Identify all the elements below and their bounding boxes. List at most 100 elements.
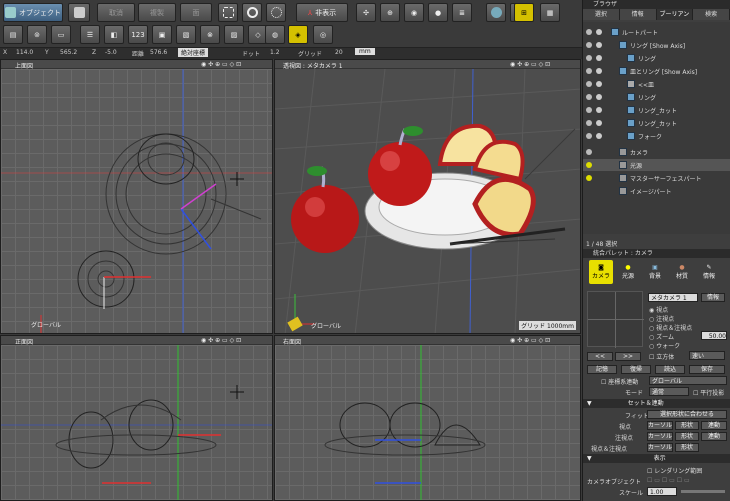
radio-zoom[interactable]: ○ ズーム bbox=[649, 332, 674, 341]
quad-view-button[interactable]: ⊞ bbox=[514, 3, 534, 22]
camera-category[interactable]: ◙ カメラ bbox=[589, 260, 613, 284]
load-button[interactable]: 読込 bbox=[655, 365, 685, 374]
set-section-header[interactable]: ▼ セット＆連動 bbox=[583, 399, 730, 408]
next-button[interactable]: >> bbox=[615, 352, 641, 361]
sphere-grid-button[interactable]: ◍ bbox=[265, 25, 285, 44]
rotate-button[interactable] bbox=[242, 3, 262, 22]
viewpoint-shape-button[interactable]: 形状 bbox=[675, 421, 699, 430]
render-range-checkbox[interactable]: ☐ レンダリング範囲 bbox=[647, 466, 702, 475]
both-shape-button[interactable]: 形状 bbox=[675, 443, 699, 452]
render-button[interactable] bbox=[486, 3, 506, 22]
tree-item[interactable]: ルートパート bbox=[583, 26, 730, 38]
right-view-viewport[interactable]: 右面図 ◉ ✣ ⊕ ▭ ◇ ⊡ bbox=[274, 335, 581, 501]
object-mode-button[interactable]: オブジェクト bbox=[3, 3, 63, 22]
viewpoint-link-button[interactable]: 連動 bbox=[701, 421, 727, 430]
background-category[interactable]: ▣ 背景 bbox=[643, 260, 667, 284]
repeat-button[interactable]: 複製 bbox=[138, 3, 176, 22]
restore-button[interactable]: 復帰 bbox=[621, 365, 651, 374]
grid-view-button[interactable]: ▦ bbox=[540, 3, 560, 22]
camera-info-button[interactable]: 情報 bbox=[701, 293, 725, 302]
layers-button[interactable]: ≣ bbox=[452, 3, 472, 22]
camera-icon-button[interactable] bbox=[68, 3, 90, 22]
tree-item-selected[interactable]: 光源 bbox=[583, 159, 730, 171]
viewport-header: 正面図 ◉ ✣ ⊕ ▭ ◇ ⊡ bbox=[1, 336, 272, 346]
box-button[interactable]: ▨ bbox=[224, 25, 244, 44]
tree-item[interactable]: 皿とリング [Show Axis] bbox=[583, 65, 730, 77]
viewport-controls-icon[interactable]: ◉ ✣ ⊕ ▭ ◇ ⊡ bbox=[510, 61, 550, 68]
surface-button[interactable]: ◈ bbox=[288, 25, 308, 44]
scale-field[interactable]: 1.00 bbox=[647, 487, 677, 496]
viewport-controls-icon[interactable]: ◉ ✣ ⊕ ▭ ◇ ⊡ bbox=[201, 61, 241, 68]
material-category[interactable]: ● 材質 bbox=[670, 260, 694, 284]
radio-both[interactable]: ○ 視点＆注視点 bbox=[649, 323, 692, 332]
display-section-header[interactable]: ▼ 表示 bbox=[583, 454, 730, 463]
target-link-button[interactable]: 連動 bbox=[701, 432, 727, 441]
sphere-button[interactable]: ● bbox=[428, 3, 448, 22]
info-category[interactable]: ✎ 情報 bbox=[697, 260, 721, 284]
tab-search[interactable]: 検索 bbox=[693, 9, 730, 20]
number-button[interactable]: 123 bbox=[128, 25, 148, 44]
select-rect-button[interactable] bbox=[218, 3, 238, 22]
viewpoint-cursor-button[interactable]: カーソル bbox=[647, 421, 673, 430]
tree-item[interactable]: リング_カット bbox=[583, 104, 730, 116]
shape-button[interactable]: ◧ bbox=[104, 25, 124, 44]
speed-select[interactable]: 速い bbox=[689, 351, 725, 360]
store-button[interactable]: 記憶 bbox=[587, 365, 617, 374]
image-button[interactable]: ▭ bbox=[51, 25, 71, 44]
radio-target[interactable]: ○ 注視点 bbox=[649, 314, 674, 323]
tree-item[interactable]: リング [Show Axis] bbox=[583, 39, 730, 51]
tree-item[interactable]: カメラ bbox=[583, 146, 730, 158]
tree-item[interactable]: リング_カット bbox=[583, 117, 730, 129]
radio-walk[interactable]: ○ ウォーク bbox=[649, 341, 680, 350]
hide-button[interactable]: ⅄ 非表示 bbox=[296, 3, 348, 22]
tree-item[interactable]: <<皿 bbox=[583, 78, 730, 90]
snap-button[interactable]: ◉ bbox=[404, 3, 424, 22]
prev-button[interactable]: << bbox=[587, 352, 613, 361]
fit-button[interactable]: 選択形状に合わせる bbox=[647, 410, 727, 419]
coord-select[interactable]: グローバル bbox=[649, 376, 727, 385]
perspective-viewport[interactable]: 透視図 : メタカメラ 1 ◉ ✣ ⊕ ▭ ◇ ⊡ グローバル グリッド 1000… bbox=[274, 59, 581, 334]
coord-link-checkbox[interactable]: ☐ 座標系連動 bbox=[601, 377, 638, 386]
save-button[interactable]: 保存 bbox=[689, 365, 725, 374]
cube-checkbox[interactable]: ☐ 立方体 bbox=[649, 352, 674, 361]
wireframe-button[interactable]: ◎ bbox=[313, 25, 333, 44]
undo-button[interactable]: 取消 bbox=[97, 3, 135, 22]
tree-item[interactable]: フォーク bbox=[583, 130, 730, 142]
crosshair-button[interactable]: ⊕ bbox=[380, 3, 400, 22]
scale-slider[interactable] bbox=[681, 490, 725, 493]
front-view-viewport[interactable]: 正面図 ◉ ✣ ⊕ ▭ ◇ ⊡ bbox=[0, 335, 273, 501]
camera-preview[interactable] bbox=[587, 291, 644, 348]
tree-item[interactable]: マスターサーフェスパート bbox=[583, 172, 730, 184]
camera-object-options[interactable]: ☐ ▭ ☐ ▭ ☐ ▭ bbox=[647, 477, 690, 484]
tab-boolean[interactable]: ブーリアン bbox=[656, 9, 694, 20]
tab-info[interactable]: 情報 bbox=[620, 9, 657, 20]
face-button[interactable]: 面 bbox=[180, 3, 212, 22]
coordinate-mode-select[interactable]: 絶対座標 bbox=[178, 48, 209, 57]
target-shape-button[interactable]: 形状 bbox=[675, 432, 699, 441]
tree-item[interactable]: リング bbox=[583, 91, 730, 103]
viewport-controls-icon[interactable]: ◉ ✣ ⊕ ▭ ◇ ⊡ bbox=[201, 337, 241, 344]
tree-item[interactable]: イメージパート bbox=[583, 185, 730, 197]
top-view-viewport[interactable]: 上面図 ◉ ✣ ⊕ ▭ ◇ ⊡ グローバル bbox=[0, 59, 273, 334]
light-category[interactable]: ● 光源 bbox=[616, 260, 640, 284]
tree-item[interactable]: リング bbox=[583, 52, 730, 64]
tab-select[interactable]: 選択 bbox=[583, 9, 620, 20]
mesh-button[interactable]: ▣ bbox=[152, 25, 172, 44]
mode-select[interactable]: 通常 bbox=[649, 387, 689, 396]
viewport-controls-icon[interactable]: ◉ ✣ ⊕ ▭ ◇ ⊡ bbox=[510, 337, 550, 344]
list-button[interactable]: ☰ bbox=[80, 25, 100, 44]
table-button[interactable]: ▤ bbox=[3, 25, 23, 44]
cylinder-button[interactable]: ⊚ bbox=[27, 25, 47, 44]
radio-viewpoint[interactable]: ◉ 視点 bbox=[649, 305, 668, 314]
target-cursor-button[interactable]: カーソル bbox=[647, 432, 673, 441]
edge-icon: ◇ bbox=[255, 30, 261, 39]
camera-select[interactable]: メタカメラ 1 bbox=[648, 293, 698, 302]
pattern-button[interactable]: ▧ bbox=[176, 25, 196, 44]
zoom-value-field[interactable]: 50.00 bbox=[701, 331, 727, 340]
unit-select[interactable]: mm bbox=[355, 48, 375, 55]
move-tool-button[interactable]: ✣ bbox=[356, 3, 376, 22]
both-cursor-button[interactable]: カーソル bbox=[647, 443, 673, 452]
parallel-checkbox[interactable]: ☐ 平行投影 bbox=[693, 388, 724, 397]
lasso-button[interactable] bbox=[266, 3, 286, 22]
wire-button[interactable]: ⊗ bbox=[200, 25, 220, 44]
